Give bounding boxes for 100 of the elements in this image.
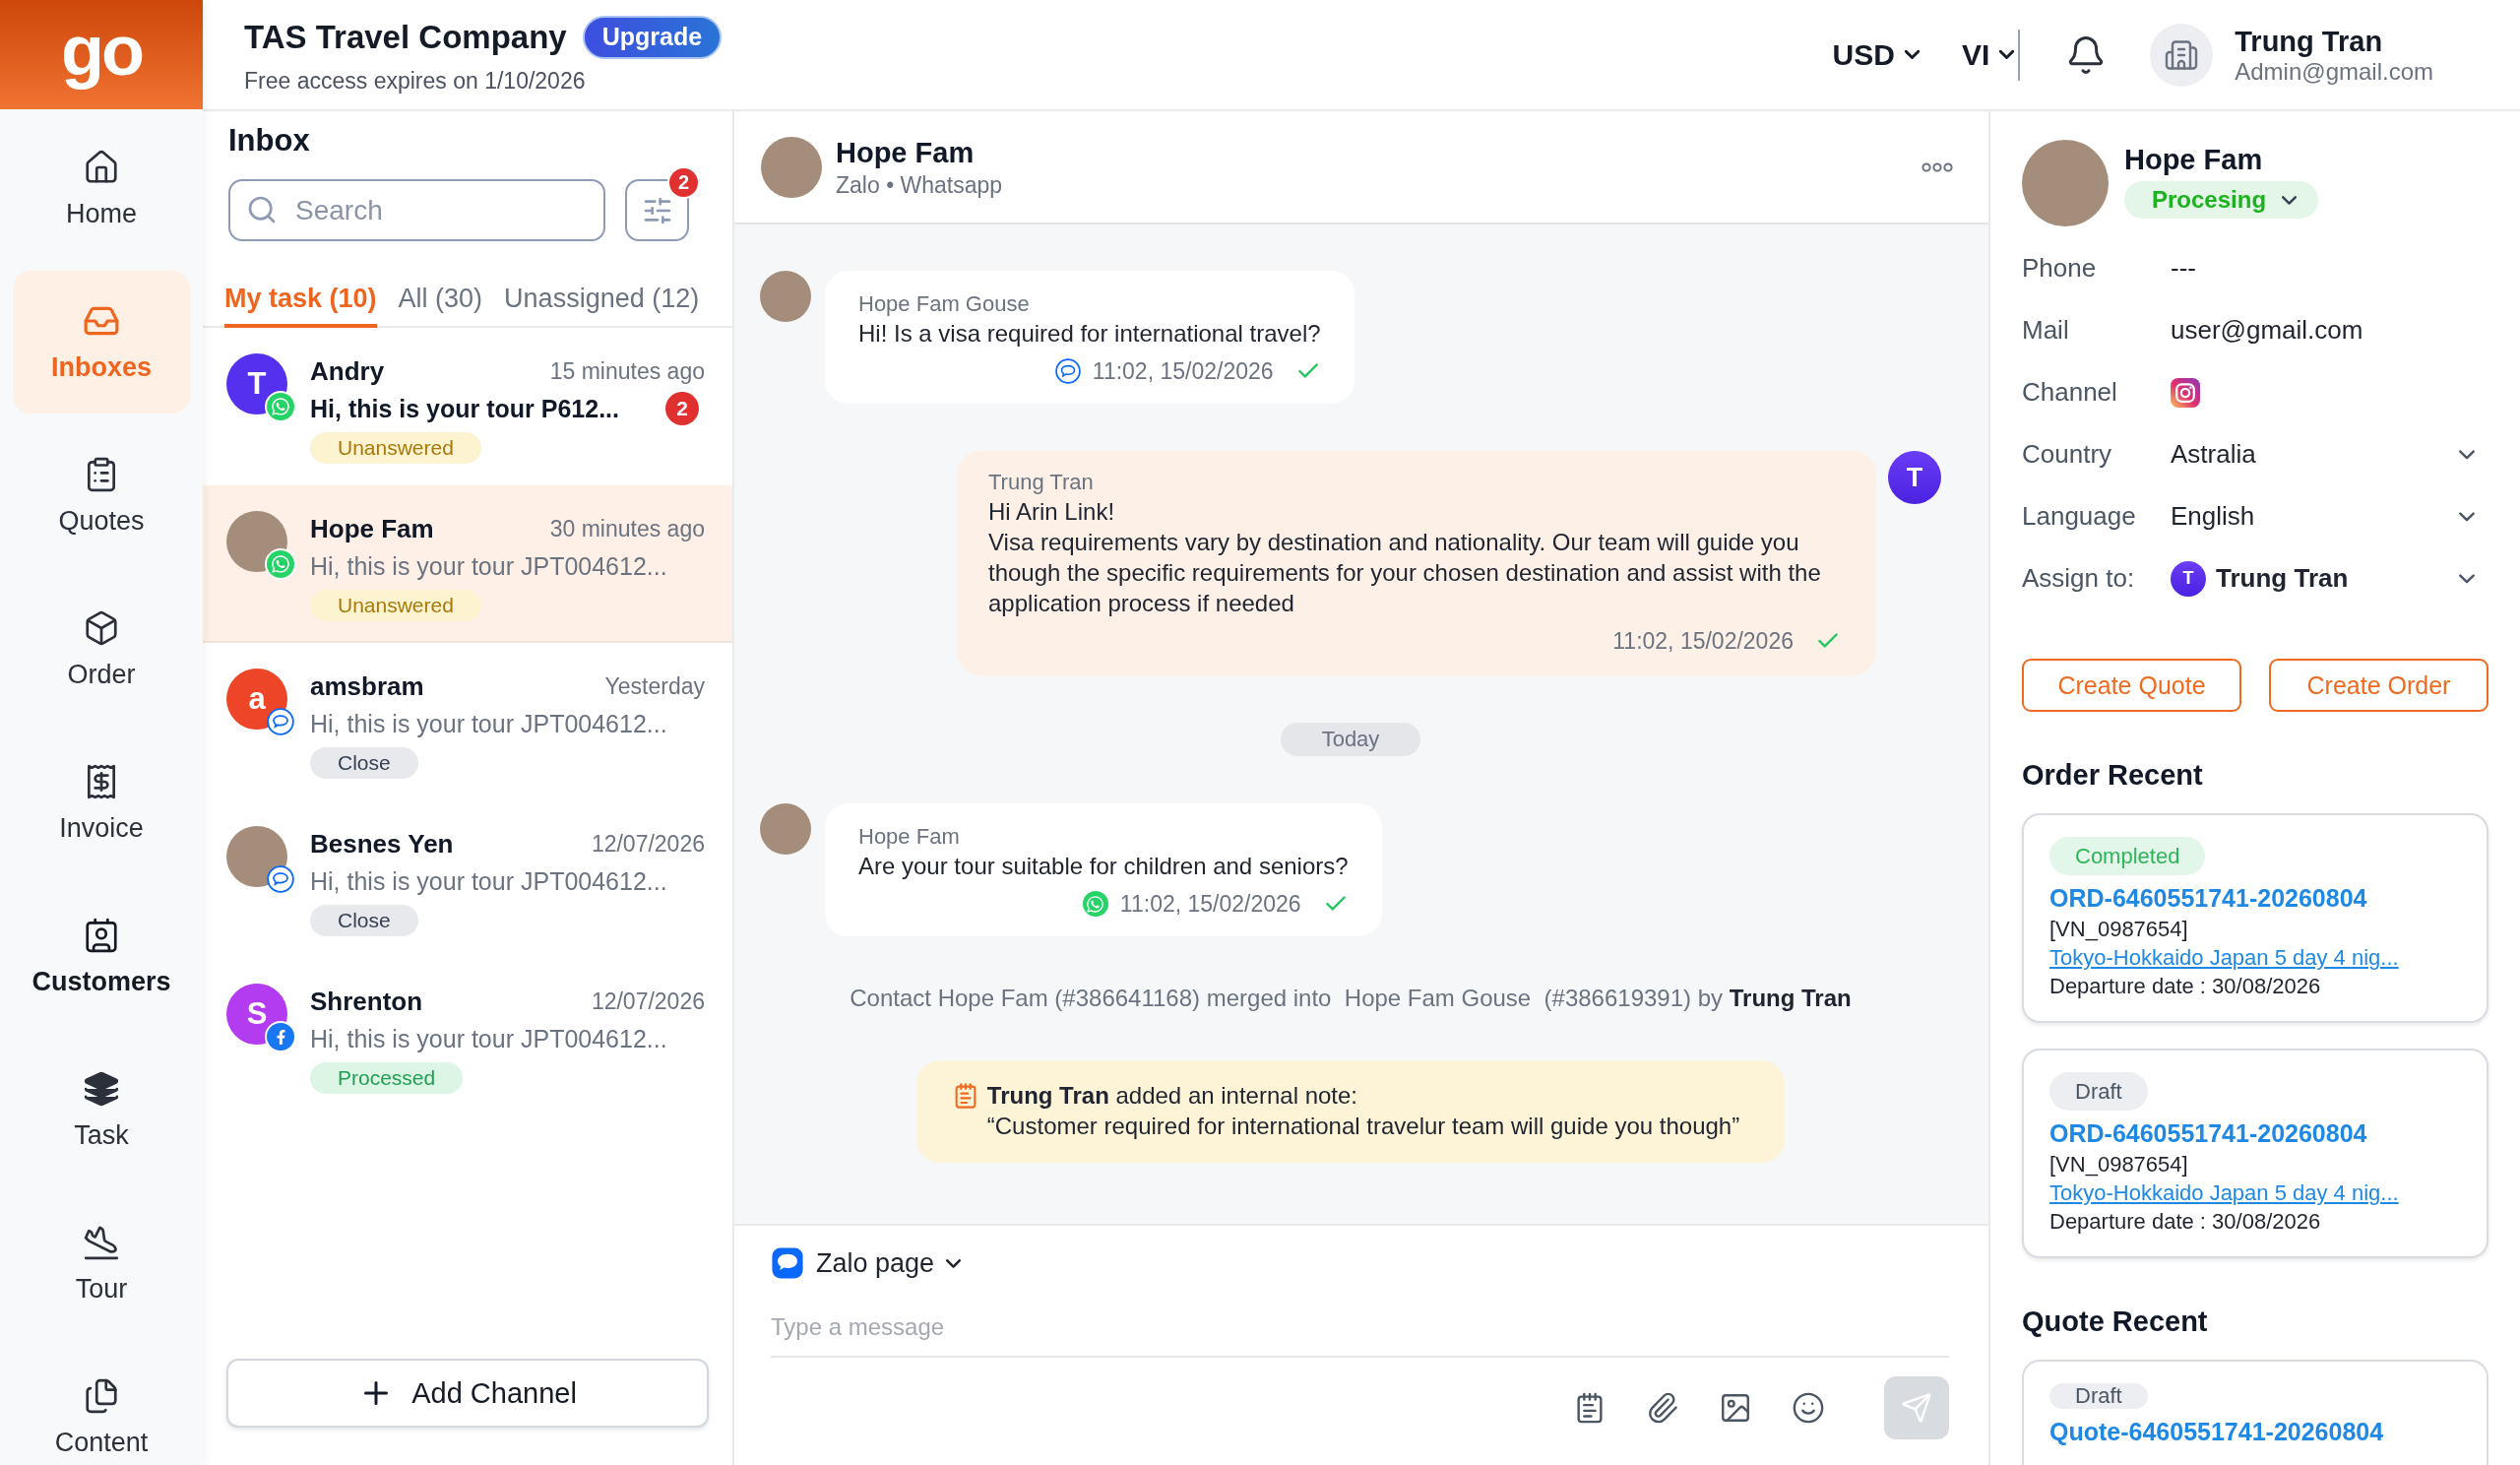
message-text: Hi Arin Link!: [988, 497, 1116, 527]
tab[interactable]: All (30): [398, 281, 483, 328]
select-field[interactable]: English: [2171, 494, 2488, 539]
paperclip-icon[interactable]: [1646, 1391, 1679, 1425]
whatsapp-icon: [267, 550, 294, 578]
sender-name: Hope Fam: [858, 823, 961, 851]
nav-item[interactable]: Customers: [13, 885, 190, 1028]
user-name: Trung Tran: [2235, 24, 2384, 58]
house-icon: [83, 149, 120, 186]
upgrade-button[interactable]: Upgrade: [582, 15, 723, 59]
message-text: Hi! Is a visa required for international travel?: [858, 319, 1321, 349]
image-icon[interactable]: [1719, 1391, 1752, 1425]
sender-name: Hope Fam Gouse: [858, 290, 1031, 318]
message-time: 11:02, 15/02/2026: [1119, 890, 1301, 919]
layers-icon: [83, 1070, 120, 1108]
add-channel-button[interactable]: Add Channel: [226, 1359, 709, 1428]
photo-placeholder: [760, 803, 811, 855]
nav-item[interactable]: Task: [13, 1039, 190, 1181]
field-label: Mail: [2022, 315, 2070, 346]
avatar: T: [226, 353, 287, 414]
smile-icon[interactable]: [1792, 1391, 1825, 1425]
zalo-icon: [1054, 358, 1081, 384]
contact-name: Hope Fam: [836, 135, 976, 169]
contact-name: Hope Fam: [2124, 143, 2263, 177]
conversation-time: 15 minutes ago: [549, 357, 705, 385]
status-tag: Unanswered: [310, 432, 481, 464]
zalo-icon: [771, 1246, 804, 1280]
record-id-link[interactable]: Quote-6460551741-20260804: [2049, 1415, 2384, 1448]
field-label: Phone: [2022, 253, 2098, 284]
inbox-title: Inbox: [227, 122, 311, 159]
whatsapp-icon: [1082, 891, 1108, 917]
departure-date: Departure date : 30/08/2026: [2049, 1208, 2321, 1236]
record-id-link[interactable]: ORD-6460551741-20260804: [2049, 881, 2367, 915]
conversation-item[interactable]: Hope Fam 30 minutes ago Hi, this is your tour JPT004612... Unanswered: [203, 485, 732, 643]
tour-code: [VN_0987654]: [2049, 1151, 2188, 1178]
field-value: ---: [2171, 253, 2196, 284]
avatar: S: [226, 984, 287, 1045]
field-label: Country: [2022, 439, 2113, 470]
nav-item[interactable]: Invoice: [13, 732, 190, 874]
avatar: a: [226, 669, 287, 730]
select-field[interactable]: Astralia: [2171, 432, 2488, 477]
sender-name: Trung Tran: [988, 469, 1095, 496]
message-input[interactable]: Type a message: [771, 1299, 1949, 1358]
note-text: “Customer required for international travelur team will guide you though”: [986, 1112, 1740, 1141]
language-select[interactable]: VI: [1961, 36, 2015, 73]
channel-list: Zalo • Whatsapp: [836, 170, 1003, 199]
contact-card-icon: [83, 917, 120, 954]
conversation-time: 30 minutes ago: [549, 515, 705, 542]
user-email: Admin@gmail.com: [2235, 57, 2433, 86]
tour-link[interactable]: Tokyo-Hokkaido Japan 5 day 4 nig...: [2049, 1179, 2399, 1207]
expiry-notice: Free access expires on 1/10/2026: [244, 66, 587, 95]
record-id-link[interactable]: ORD-6460551741-20260804: [2049, 1116, 2367, 1150]
status-tag: Processed: [310, 1062, 464, 1094]
chevron-down-icon: [1999, 50, 2015, 59]
message-preview: Hi, this is your tour JPT004612...: [310, 1024, 667, 1053]
channel-select[interactable]: Zalo page: [771, 1243, 962, 1283]
search-field[interactable]: Search: [228, 179, 605, 241]
message-time: 11:02, 15/02/2026: [1092, 357, 1274, 386]
contact-name: Besnes Yen: [310, 828, 454, 860]
tour-link[interactable]: Tokyo-Hokkaido Japan 5 day 4 nig...: [2049, 944, 2399, 972]
message-time: 11:02, 15/02/2026: [1612, 627, 1794, 656]
field-label: Channel: [2022, 377, 2118, 408]
chevron-down-icon: [2282, 195, 2298, 205]
chevron-down-icon: [1904, 50, 1920, 59]
nav-item[interactable]: Content: [13, 1346, 190, 1465]
conversation-time: 12/07/2026: [591, 830, 705, 858]
company-name: TAS Travel Company: [244, 17, 567, 57]
assignee-select[interactable]: T Trung Tran: [2171, 556, 2488, 601]
field-value: user@gmail.com: [2171, 315, 2363, 346]
departure-date: Departure date : 30/08/2026: [2049, 973, 2321, 1000]
tab[interactable]: Unassigned (12): [504, 281, 700, 328]
date-label: Today: [1280, 723, 1421, 756]
status-tag: Draft: [2049, 1072, 2148, 1111]
section-title: Order Recent: [2022, 758, 2204, 793]
message-text: Visa requirements vary by destination and nationality. Our team will guide you though the specific requirements for your chosen destination and assist with the application process if needed: [988, 528, 1822, 618]
nav-item[interactable]: Order: [13, 578, 190, 721]
chevron-down-icon: [2459, 511, 2475, 522]
status-tag: Draft: [2049, 1383, 2148, 1409]
status-tag: Unanswered: [310, 590, 481, 621]
contact-name: Shrenton: [310, 986, 423, 1017]
chevron-down-icon: [2459, 573, 2475, 584]
logo: go: [0, 0, 203, 109]
currency-select[interactable]: USD: [1832, 36, 1920, 73]
message-preview: Hi, this is your tour JPT004612...: [310, 709, 667, 738]
conversation-time: 12/07/2026: [591, 987, 705, 1015]
nav-item[interactable]: Quotes: [13, 424, 190, 567]
search-icon: [246, 194, 278, 225]
status-tag: Completed: [2049, 837, 2206, 875]
more-icon[interactable]: [1922, 161, 1953, 172]
zalo-icon: [267, 865, 294, 893]
conversation-time: Yesterday: [604, 672, 705, 700]
box-icon: [83, 609, 120, 647]
field-label: Assign to:: [2022, 563, 2136, 594]
system-message: Contact Hope Fam (#386641168) merged into Hope Fam Gouse (#386619391) by Trung Tran: [850, 984, 1852, 1013]
nav-item[interactable]: Home: [13, 117, 190, 260]
files-icon: [83, 1377, 120, 1415]
send-icon: [1901, 1392, 1932, 1424]
message-preview: Hi, this is your tour P612...: [310, 394, 619, 423]
nav-item[interactable]: Tour: [13, 1192, 190, 1335]
status-tag: Close: [310, 747, 418, 779]
